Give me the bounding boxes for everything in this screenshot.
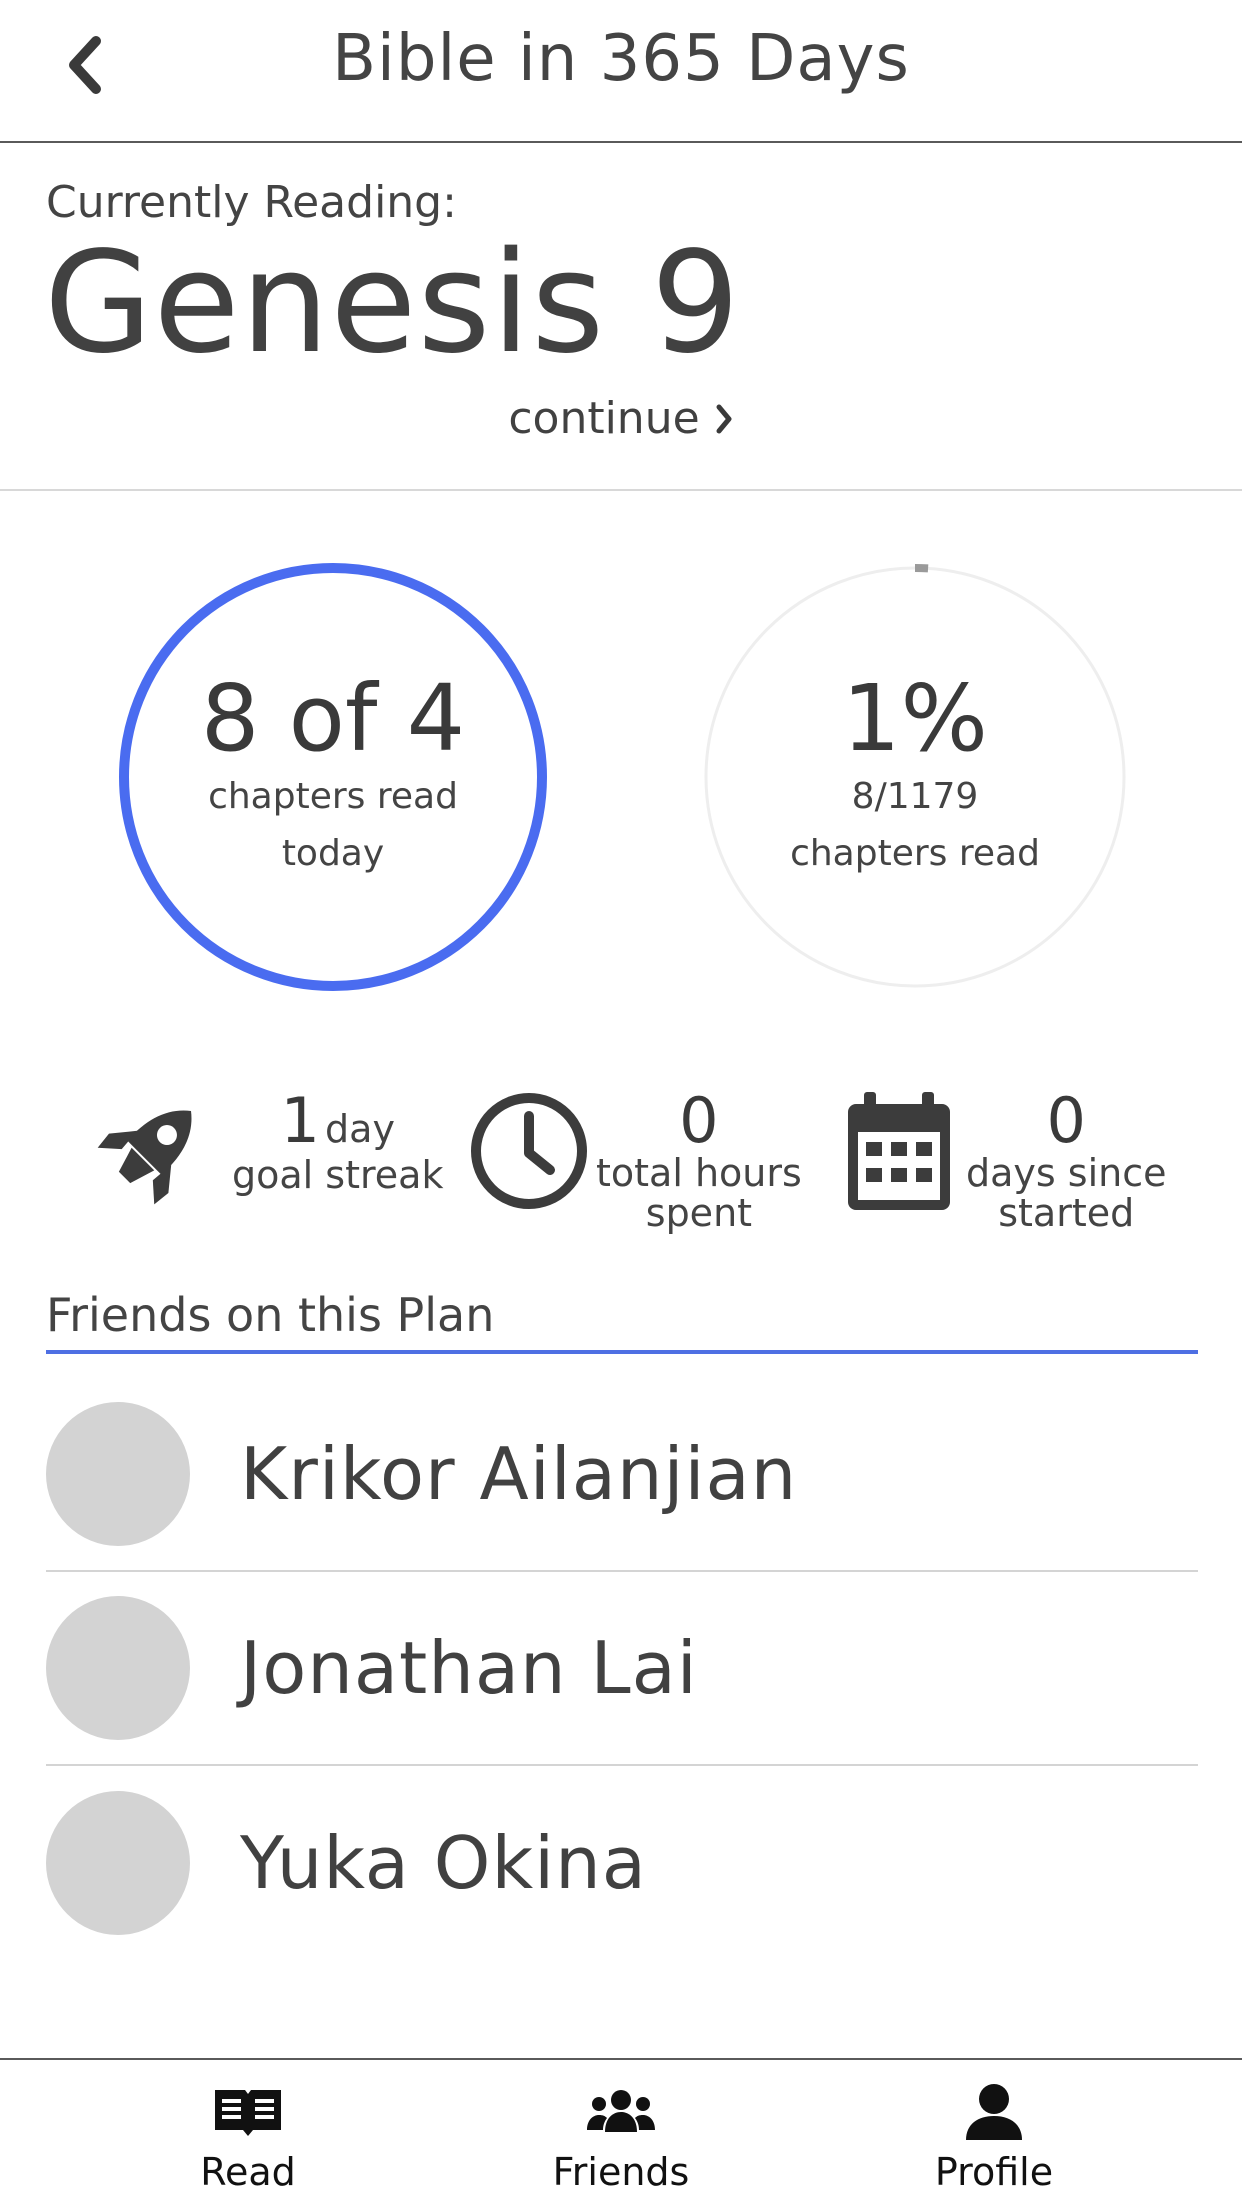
daily-label-line2: today	[281, 833, 385, 875]
avatar	[46, 1596, 190, 1740]
days-label-line1: days since	[966, 1151, 1167, 1195]
hours-value: 0	[679, 1084, 719, 1157]
nav-profile-label: Profile	[934, 2150, 1054, 2194]
bottom-nav: Read Friends Profile	[0, 2058, 1242, 2208]
friends-heading: Friends on this Plan	[46, 1288, 495, 1342]
chevron-right-icon	[716, 404, 732, 433]
goal-streak-stat: 1 day goal streak	[88, 1090, 443, 1214]
streak-value: 1	[280, 1084, 320, 1157]
days-value: 0	[1046, 1084, 1086, 1157]
users-icon	[587, 2090, 655, 2132]
overall-percent: 1%	[842, 665, 988, 773]
daily-chapters-count: 8 of 4	[200, 665, 466, 773]
avatar	[46, 1402, 190, 1546]
clock-icon	[471, 1093, 587, 1209]
nav-friends[interactable]: Friends	[491, 2080, 751, 2200]
streak-unit: day	[325, 1107, 395, 1151]
friends-heading-underline	[46, 1350, 1198, 1354]
calendar-icon	[848, 1092, 950, 1210]
friend-name: Jonathan Lai	[240, 1626, 698, 1710]
continue-label: continue	[508, 393, 700, 444]
hours-label-line2: spent	[645, 1190, 753, 1235]
daily-progress-ring: 8 of 4 chapters read today	[118, 562, 548, 992]
app-screen: Bible in 365 Days Currently Reading: Gen…	[0, 0, 1242, 2208]
total-hours-stat: 0 total hours spent	[468, 1090, 802, 1234]
days-label-line2: started	[998, 1190, 1135, 1235]
header: Bible in 365 Days	[0, 0, 1242, 143]
rocket-icon	[97, 1110, 192, 1205]
current-reading-section: Currently Reading: Genesis 9 continue	[0, 145, 1242, 491]
friend-name: Yuka Okina	[240, 1821, 647, 1905]
overall-chapters-fraction: 8/1179	[851, 775, 979, 817]
book-icon	[215, 2090, 281, 2136]
page-title: Bible in 365 Days	[332, 22, 910, 96]
nav-profile[interactable]: Profile	[864, 2080, 1124, 2200]
streak-label: goal streak	[232, 1153, 444, 1197]
friend-row[interactable]: Jonathan Lai	[46, 1572, 1198, 1766]
friend-row[interactable]: Yuka Okina	[46, 1766, 1198, 1960]
friend-name: Krikor Ailanjian	[240, 1432, 798, 1516]
overall-label: chapters read	[790, 833, 1040, 875]
hours-label-line1: total hours	[596, 1151, 802, 1195]
nav-friends-label: Friends	[552, 2150, 690, 2194]
continue-link[interactable]: continue	[0, 393, 1242, 444]
current-chapter: Genesis 9	[44, 222, 741, 385]
friend-row[interactable]: Krikor Ailanjian	[46, 1378, 1198, 1572]
overall-progress-ring: 1% 8/1179 chapters read	[700, 562, 1130, 992]
currently-reading-label: Currently Reading:	[46, 177, 457, 228]
daily-label-line1: chapters read	[208, 775, 458, 817]
nav-read-label: Read	[200, 2150, 296, 2194]
days-since-started-stat: 0 days since started	[846, 1090, 1166, 1234]
user-icon	[966, 2084, 1022, 2140]
avatar	[46, 1791, 190, 1935]
nav-read[interactable]: Read	[118, 2080, 378, 2200]
